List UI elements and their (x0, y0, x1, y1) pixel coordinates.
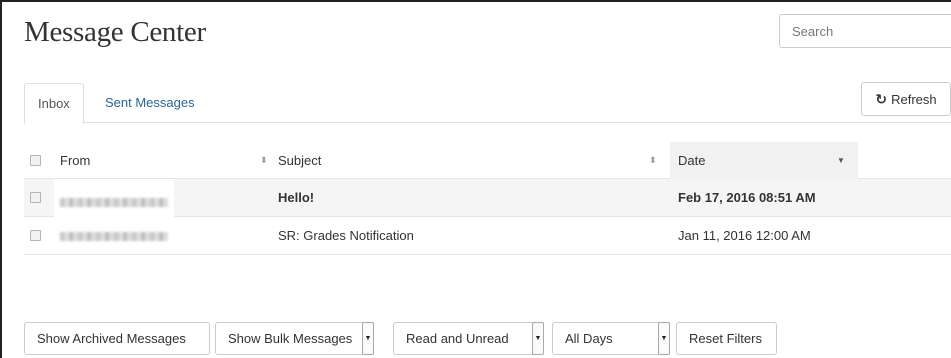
show-archived-button[interactable]: Show Archived Messages (24, 322, 210, 355)
tab-sent-messages[interactable]: Sent Messages (92, 83, 208, 124)
table-row[interactable]: Hello! Feb 17, 2016 08:51 AM (24, 179, 951, 225)
refresh-button[interactable]: ↻ Refresh (861, 82, 951, 116)
search-input[interactable] (779, 14, 951, 48)
column-header-from[interactable]: From (60, 142, 90, 179)
message-date: Jan 11, 2016 12:00 AM (678, 228, 811, 243)
message-subject[interactable]: SR: Grades Notification (278, 217, 414, 255)
chevron-down-icon[interactable]: ▼ (837, 142, 845, 179)
sort-icon[interactable]: ⬍ (260, 142, 268, 179)
bulk-messages-select[interactable]: Show Bulk Messages ▼ (215, 322, 374, 355)
table-header: From ⬍ Subject ⬍ Date ▼ (24, 142, 951, 179)
message-sender (54, 179, 174, 225)
refresh-label: Refresh (891, 91, 937, 107)
reset-filters-button[interactable]: Reset Filters (676, 322, 777, 355)
chevron-down-icon[interactable]: ▼ (532, 322, 544, 355)
chevron-down-icon[interactable]: ▼ (658, 322, 670, 355)
tab-bar: Inbox Sent Messages (24, 83, 951, 124)
bulk-messages-label: Show Bulk Messages (228, 331, 353, 346)
refresh-icon: ↻ (875, 90, 888, 107)
read-state-select[interactable]: Read and Unread ▼ (393, 322, 544, 355)
tab-inbox[interactable]: Inbox (24, 83, 84, 124)
message-sender (60, 217, 168, 255)
show-archived-label: Show Archived Messages (37, 331, 186, 346)
table-row[interactable]: SR: Grades Notification Jan 11, 2016 12:… (24, 217, 951, 255)
message-table: From ⬍ Subject ⬍ Date ▼ Hello! Feb 17, 2… (24, 142, 951, 255)
page-title: Message Center (24, 16, 206, 48)
message-subject[interactable]: Hello! (278, 179, 314, 217)
redacted-sender-image (60, 198, 168, 208)
sort-icon[interactable]: ⬍ (649, 142, 657, 179)
reset-filters-label: Reset Filters (689, 331, 762, 346)
column-header-date[interactable]: Date (670, 142, 858, 179)
message-date: Feb 17, 2016 08:51 AM (678, 190, 816, 205)
row-checkbox[interactable] (30, 192, 41, 203)
read-state-label: Read and Unread (406, 331, 509, 346)
row-checkbox[interactable] (30, 230, 41, 241)
chevron-down-icon[interactable]: ▼ (362, 322, 374, 355)
column-header-subject[interactable]: Subject (278, 142, 321, 179)
days-label: All Days (565, 331, 613, 346)
days-select[interactable]: All Days ▼ (552, 322, 670, 355)
redacted-sender-image (60, 232, 168, 242)
select-all-checkbox[interactable] (30, 155, 41, 166)
